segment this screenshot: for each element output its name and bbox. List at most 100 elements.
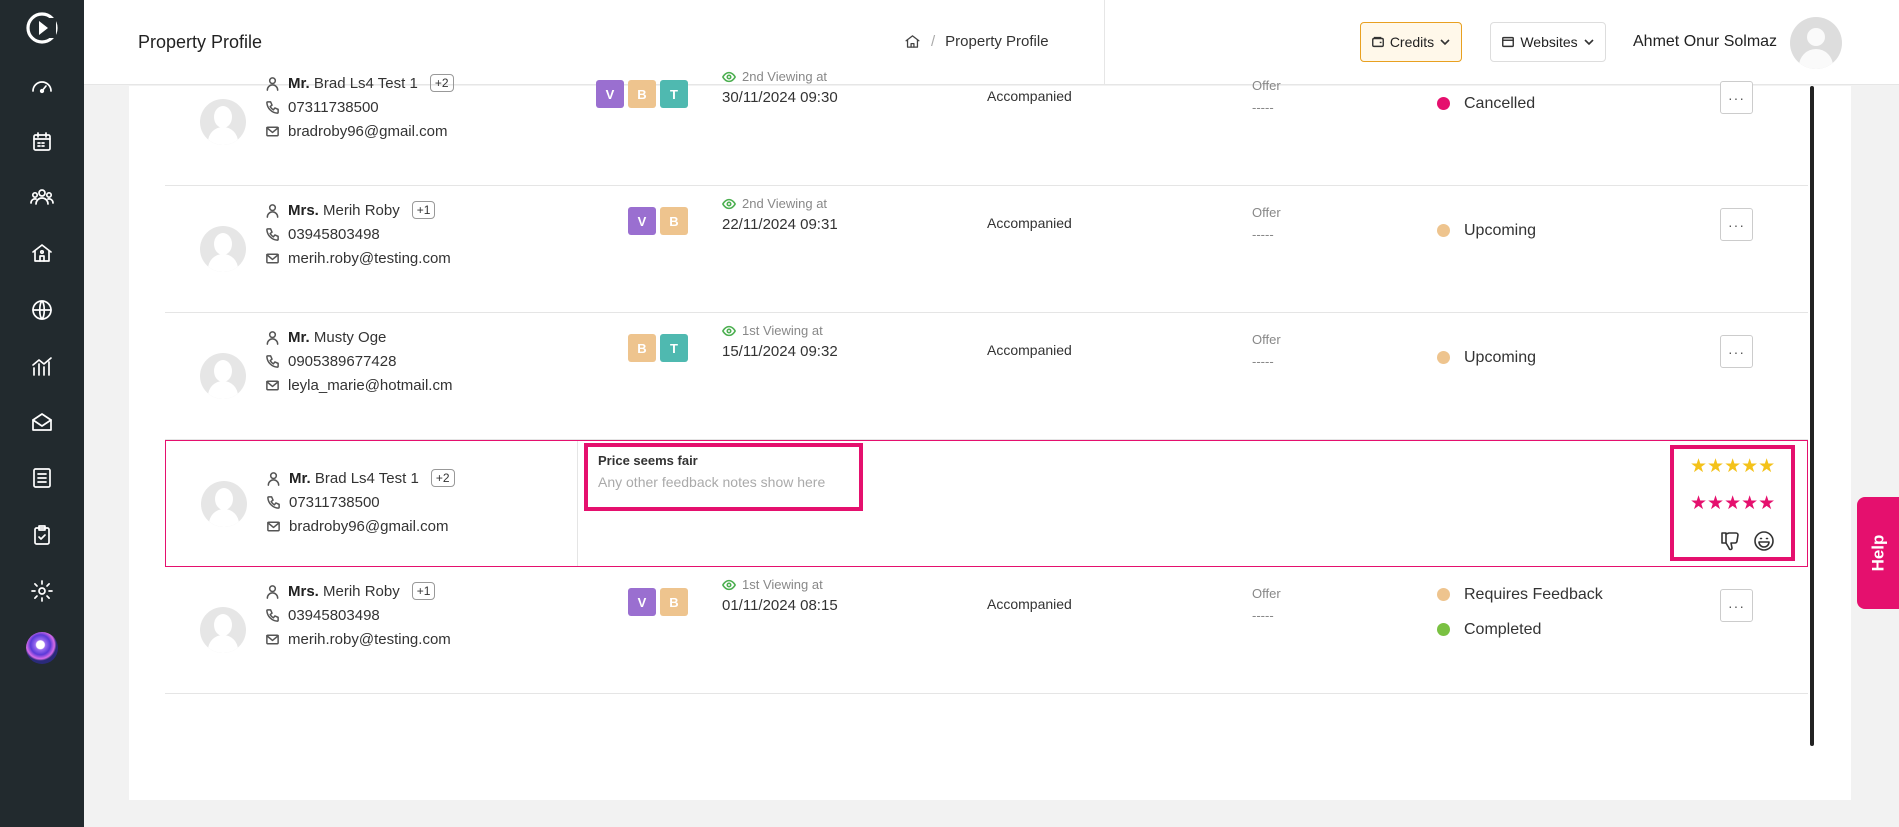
more-options-button[interactable]: ··· — [1720, 208, 1753, 241]
contact-email[interactable]: bradroby96@gmail.com — [288, 123, 447, 140]
smiley-icon[interactable] — [1752, 529, 1776, 553]
role-tags: V B — [628, 207, 688, 235]
contact-email[interactable]: bradroby96@gmail.com — [289, 518, 448, 535]
sidebar-item-contacts[interactable] — [28, 183, 56, 211]
sidebar-item-mail[interactable] — [28, 408, 56, 436]
breadcrumb-current: Property Profile — [945, 33, 1049, 50]
contact-info: Mr. Brad Ls4 Test 1 +2 07311738500 bradro… — [265, 71, 454, 143]
table-row: Mr. Brad Ls4 Test 1 +2 07311738500 bradro… — [165, 59, 1808, 186]
feedback-divider — [577, 441, 578, 566]
offer-label: Offer — [1252, 332, 1281, 347]
contact-phone[interactable]: 0905389677428 — [288, 353, 396, 370]
sidebar-item-reports[interactable] — [28, 352, 56, 380]
status-dot — [1437, 588, 1450, 601]
status-dot — [1437, 351, 1450, 364]
credits-dropdown-button[interactable]: Credits — [1360, 22, 1462, 62]
credits-label: Credits — [1389, 34, 1435, 50]
person-icon — [266, 584, 279, 599]
envelope-open-icon — [32, 413, 52, 431]
thumbs-down-icon[interactable] — [1718, 529, 1742, 553]
viewing-date: 22/11/2024 09:31 — [722, 216, 838, 233]
viewing-info: 2nd Viewing at 22/11/2024 09:31 — [722, 196, 838, 233]
envelope-icon — [266, 253, 279, 263]
contact-salutation: Mr. — [288, 74, 310, 92]
person-icon — [266, 76, 279, 91]
offer-info: Offer ----- — [1252, 329, 1281, 373]
avatar — [201, 481, 247, 527]
browser-window-icon — [1502, 36, 1515, 48]
extra-contacts-badge[interactable]: +1 — [411, 201, 436, 219]
contact-name[interactable]: Brad Ls4 Test 1 — [315, 470, 419, 487]
tag-v: V — [628, 207, 656, 235]
sidebar-item-tasks[interactable] — [28, 521, 56, 549]
status-badge: Completed — [1464, 620, 1542, 638]
envelope-icon — [266, 380, 279, 390]
extra-contacts-badge[interactable]: +2 — [430, 469, 455, 487]
globe-icon — [32, 300, 52, 320]
help-label: Help — [1868, 534, 1887, 572]
sidebar-item-properties[interactable] — [28, 239, 56, 267]
sidebar-item-calendar[interactable] — [28, 128, 56, 156]
contact-email[interactable]: leyla_marie@hotmail.cm — [288, 377, 452, 394]
clipboard-check-icon — [34, 525, 50, 545]
sidebar-item-dashboard[interactable] — [28, 73, 56, 101]
more-options-button[interactable]: ··· — [1720, 589, 1753, 622]
role-tags: V B T — [596, 80, 688, 108]
star-rating-pink: ★★★★★ — [1690, 493, 1776, 514]
home-icon[interactable] — [904, 33, 921, 50]
contact-phone[interactable]: 07311738500 — [289, 494, 380, 511]
contact-phone[interactable]: 07311738500 — [288, 99, 379, 116]
contact-email[interactable]: merih.roby@testing.com — [288, 250, 451, 267]
feedback-row: Mr. Brad Ls4 Test 1 +2 07311738500 bradro… — [165, 440, 1808, 567]
contact-phone[interactable]: 03945803498 — [288, 607, 380, 624]
status-list: Requires Feedback Completed — [1437, 577, 1603, 647]
phone-icon — [266, 100, 279, 114]
more-options-button[interactable]: ··· — [1720, 335, 1753, 368]
contact-name[interactable]: Merih Roby — [323, 583, 400, 600]
offer-value: ----- — [1252, 100, 1274, 115]
extra-contacts-badge[interactable]: +1 — [411, 582, 436, 600]
contact-email[interactable]: merih.roby@testing.com — [288, 631, 451, 648]
feedback-note-title: Price seems fair — [598, 453, 698, 468]
sidebar-item-websites[interactable] — [28, 296, 56, 324]
contact-salutation: Mr. — [289, 469, 311, 487]
help-button[interactable]: Help — [1857, 497, 1899, 609]
person-icon — [266, 203, 279, 218]
list-scrollbar[interactable] — [1810, 86, 1814, 746]
person-icon — [267, 471, 280, 486]
viewing-label: 2nd Viewing at — [742, 69, 828, 84]
viewing-date: 30/11/2024 09:30 — [722, 89, 838, 106]
status-badge: Upcoming — [1464, 221, 1537, 239]
page-title: Property Profile — [138, 32, 263, 52]
sidebar — [0, 0, 84, 827]
eye-icon — [722, 71, 736, 82]
websites-dropdown-button[interactable]: Websites — [1490, 22, 1606, 62]
more-options-button[interactable]: ··· — [1720, 81, 1753, 114]
table-row: Mrs. Merih Roby +1 03945803498 merih.roby… — [165, 186, 1808, 313]
calendar-icon — [33, 132, 51, 151]
contact-name[interactable]: Brad Ls4 Test 1 — [314, 75, 418, 92]
star-rating-yellow: ★★★★★ — [1690, 456, 1776, 477]
tag-b: B — [660, 588, 688, 616]
contact-name[interactable]: Merih Roby — [323, 202, 400, 219]
offer-value: ----- — [1252, 227, 1274, 242]
sidebar-assistant-avatar[interactable] — [26, 632, 58, 664]
feedback-note-body: Any other feedback notes show here — [598, 474, 826, 490]
accompanied-label: Accompanied — [987, 596, 1072, 612]
eye-icon — [722, 198, 736, 209]
contact-info: Mr. Musty Oge 0905389677428 leyla_marie@… — [265, 325, 452, 397]
app-logo-icon[interactable] — [24, 10, 60, 46]
user-name[interactable]: Ahmet Onur Solmaz — [1633, 33, 1777, 51]
extra-contacts-badge[interactable]: +2 — [429, 74, 454, 92]
sidebar-item-settings[interactable] — [28, 577, 56, 605]
viewing-info: 1st Viewing at 15/11/2024 09:32 — [722, 323, 838, 360]
contact-name[interactable]: Musty Oge — [314, 329, 387, 346]
viewing-label: 1st Viewing at — [742, 577, 823, 592]
contact-phone[interactable]: 03945803498 — [288, 226, 380, 243]
feedback-note: Price seems fair Any other feedback note… — [584, 443, 863, 511]
breadcrumb: / Property Profile — [904, 33, 1049, 50]
role-tags: B T — [628, 334, 688, 362]
sidebar-item-accounts[interactable] — [28, 464, 56, 492]
contact-salutation: Mrs. — [288, 201, 319, 219]
tag-v: V — [596, 80, 624, 108]
